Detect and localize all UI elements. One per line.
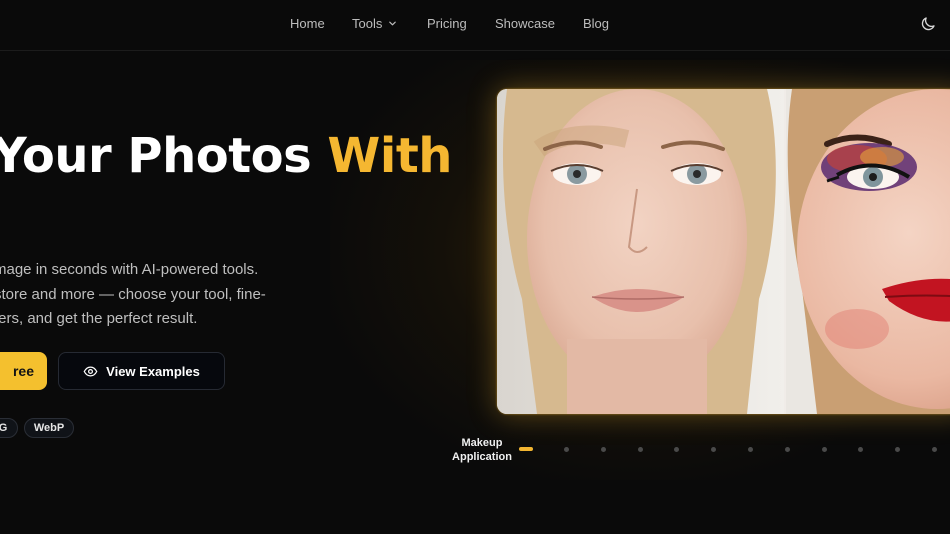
carousel-dot[interactable]: [637, 447, 643, 452]
carousel-dot[interactable]: [674, 447, 680, 452]
headline-accent: With: [327, 128, 452, 184]
get-started-label: ree: [12, 363, 34, 379]
caption-line: Makeup: [461, 437, 503, 449]
nav-blog[interactable]: Blog: [583, 16, 609, 31]
carousel-dot[interactable]: [711, 447, 717, 452]
carousel-dot[interactable]: [932, 447, 937, 452]
carousel-dot[interactable]: [600, 447, 606, 452]
nav-tools-label: Tools: [352, 16, 383, 31]
nav-tools[interactable]: Tools: [352, 16, 397, 31]
view-examples-label: View Examples: [106, 363, 200, 379]
hero-description: mage in seconds with AI-powered tools. s…: [0, 258, 324, 332]
chevron-down-icon: [389, 21, 397, 26]
nav-pricing[interactable]: Pricing: [427, 16, 467, 31]
carousel-dot[interactable]: [748, 447, 753, 452]
top-navigation: Home Tools Pricing Showcase Blog: [0, 0, 950, 51]
nav-showcase[interactable]: Showcase: [495, 16, 555, 31]
eye-icon: [83, 366, 98, 376]
before-after-image: [497, 89, 950, 414]
carousel-dot[interactable]: [858, 447, 864, 452]
nav-home[interactable]: Home: [290, 16, 325, 31]
carousel-dot[interactable]: [821, 447, 827, 452]
caption-line: Application: [452, 451, 512, 463]
showcase-caption: Makeup Application: [440, 436, 524, 464]
view-examples-button[interactable]: View Examples: [58, 352, 225, 390]
carousel-dot[interactable]: [564, 447, 569, 452]
format-badge-png: G: [0, 418, 18, 438]
headline-main: Your Photos: [0, 128, 328, 184]
moon-icon[interactable]: [919, 15, 937, 33]
carousel-dot[interactable]: [895, 447, 901, 452]
carousel-dot[interactable]: [784, 447, 790, 452]
before-after-showcase[interactable]: [497, 89, 950, 414]
format-badge-webp: WebP: [24, 418, 74, 438]
description-line: mage in seconds with AI-powered tools.: [0, 261, 259, 278]
get-started-button[interactable]: ree: [0, 352, 47, 390]
hero-headline: Your Photos With: [0, 128, 452, 184]
description-line: store and more — choose your tool, fine-: [0, 285, 266, 303]
carousel-dot[interactable]: [519, 447, 533, 451]
description-line: ters, and get the perfect result.: [0, 310, 198, 327]
